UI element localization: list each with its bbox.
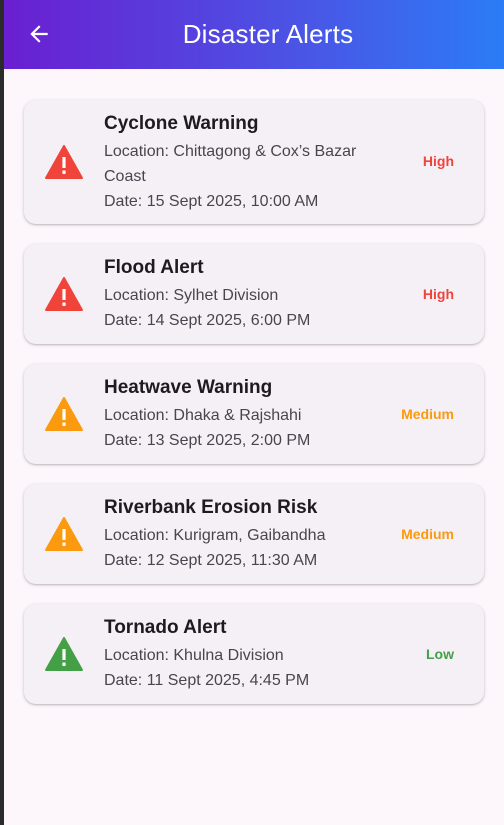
alert-date: Date: 13 Sept 2025, 2:00 PM: [104, 432, 311, 449]
alert-card[interactable]: Flood Alert Location: Sylhet Division Da…: [24, 244, 484, 344]
alert-location: Location: Kurigram, Gaibandha: [104, 527, 326, 544]
alert-location: Location: Sylhet Division: [104, 287, 279, 304]
severity-label: High: [422, 286, 454, 302]
alert-date: Date: 12 Sept 2025, 11:30 AM: [104, 552, 318, 569]
alert-date: Date: 14 Sept 2025, 6:00 PM: [104, 312, 311, 329]
alert-date: Date: 15 Sept 2025, 10:00 AM: [104, 193, 319, 210]
screen-edge: [0, 0, 4, 825]
alert-location: Location: Khulna Division: [104, 647, 284, 664]
warning-triangle-icon: [45, 145, 83, 179]
app-bar: Disaster Alerts: [4, 0, 504, 69]
severity-label: Low: [426, 646, 454, 662]
alert-title: Tornado Alert: [104, 617, 227, 638]
severity-label: Medium: [401, 406, 454, 422]
warning-triangle-icon: [45, 637, 83, 671]
alert-title: Cyclone Warning: [104, 113, 259, 134]
alert-title: Flood Alert: [104, 257, 204, 278]
alert-title: Riverbank Erosion Risk: [104, 497, 318, 518]
alert-card[interactable]: Riverbank Erosion Risk Location: Kurigra…: [24, 484, 484, 584]
warning-triangle-icon: [45, 277, 83, 311]
warning-triangle-icon: [45, 397, 83, 431]
alert-location: Location: Dhaka & Rajshahi: [104, 407, 302, 424]
alert-card[interactable]: Cyclone Warning Location: Chittagong & C…: [24, 100, 484, 224]
severity-label: High: [422, 153, 454, 169]
severity-label: Medium: [401, 526, 454, 542]
alert-date: Date: 11 Sept 2025, 4:45 PM: [104, 672, 310, 689]
alert-location-cont: Coast: [104, 168, 146, 185]
page-title: Disaster Alerts: [182, 19, 354, 49]
alert-location: Location: Chittagong & Cox’s Bazar: [104, 143, 357, 160]
alert-card[interactable]: Heatwave Warning Location: Dhaka & Rajsh…: [24, 364, 484, 464]
alert-title: Heatwave Warning: [104, 377, 273, 398]
warning-triangle-icon: [45, 517, 83, 551]
alert-card[interactable]: Tornado Alert Location: Khulna Division …: [24, 604, 484, 704]
